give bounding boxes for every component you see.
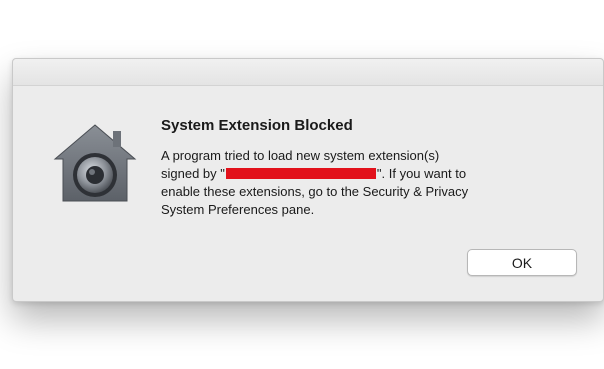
message-line-1: A program tried to load new system exten… bbox=[161, 148, 440, 163]
dialog-content: System Extension Blocked A program tried… bbox=[161, 117, 581, 219]
dialog-message: A program tried to load new system exten… bbox=[161, 147, 581, 219]
security-lock-house-icon bbox=[51, 121, 139, 205]
dialog-titlebar[interactable] bbox=[13, 59, 603, 86]
message-line-2-suffix: ". If you want to bbox=[376, 166, 467, 181]
system-extension-alert-dialog: System Extension Blocked A program tried… bbox=[12, 58, 604, 302]
message-line-4: System Preferences pane. bbox=[161, 202, 315, 217]
ok-button[interactable]: OK bbox=[467, 249, 577, 276]
dialog-title: System Extension Blocked bbox=[161, 117, 353, 134]
message-line-2: signed by " ". If you want to bbox=[161, 165, 581, 183]
redacted-signer bbox=[225, 168, 376, 179]
message-line-2-prefix: signed by " bbox=[161, 166, 225, 181]
message-line-3: enable these extensions, go to the Secur… bbox=[161, 184, 469, 199]
